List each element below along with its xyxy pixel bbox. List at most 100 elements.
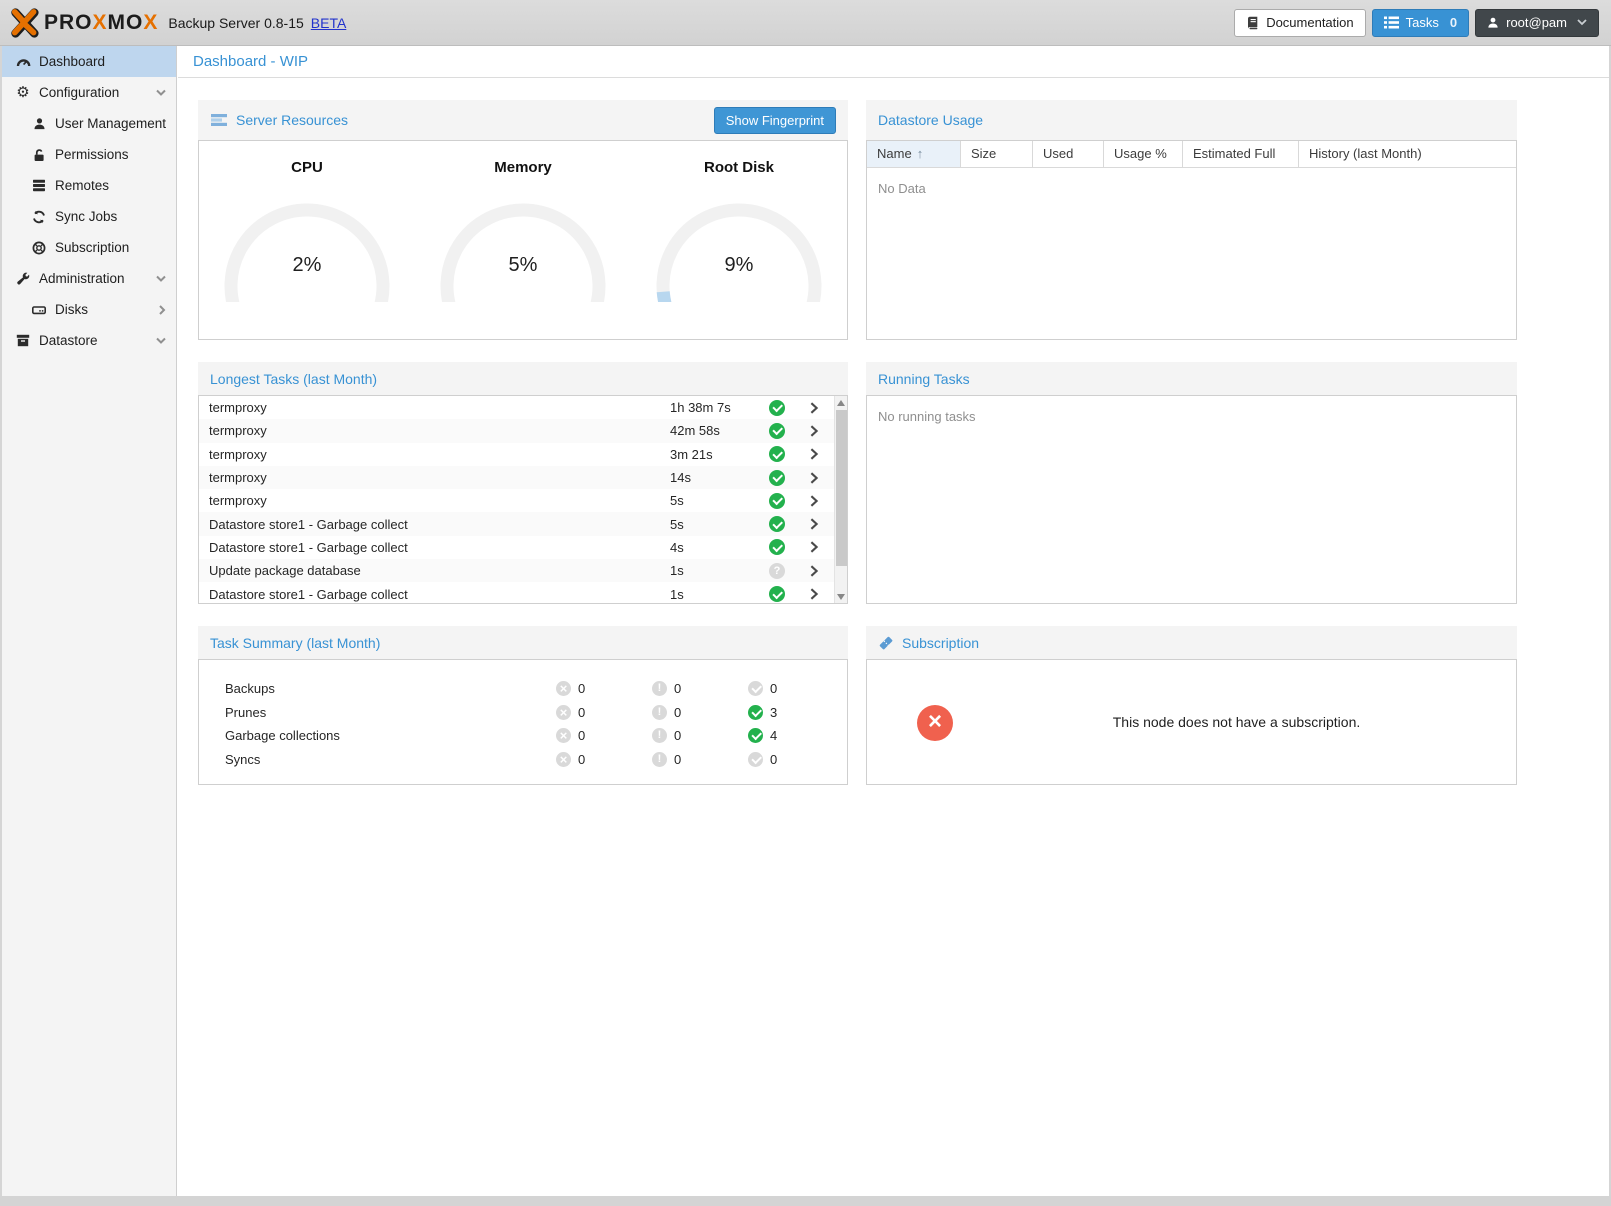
warning-count: 0 [674,728,681,743]
show-fingerprint-button[interactable]: Show Fingerprint [714,107,836,134]
sidebar-item-permissions[interactable]: Permissions [2,139,176,170]
subscription-message: This node does not have a subscription. [957,714,1516,730]
task-row[interactable]: Update package database 1s [199,559,834,582]
status-unknown-icon [769,563,785,579]
chevron-right-icon[interactable] [159,305,166,315]
tasks-button[interactable]: Tasks 0 [1372,9,1469,37]
column-header-used[interactable]: Used [1033,141,1104,167]
running-tasks-panel: Running Tasks No running tasks [866,362,1517,604]
status-ok-icon [769,470,785,486]
ok-count-icon [748,681,763,696]
error-count: 0 [578,681,585,696]
chevron-down-icon[interactable] [156,337,166,344]
window-edge-left [0,46,2,1206]
sidebar-item-remotes[interactable]: Remotes [2,170,176,201]
archive-icon [14,334,32,347]
status-ok-icon [769,446,785,462]
sidebar-item-configuration[interactable]: ⚙ Configuration [2,77,176,108]
root-disk-gauge: Root Disk 9% [641,159,837,302]
documentation-button[interactable]: Documentation [1234,9,1365,37]
user-menu-button[interactable]: root@pam [1475,9,1599,37]
sidebar-item-label: Dashboard [39,54,105,69]
chevron-down-icon[interactable] [156,89,166,96]
summary-row: Backups 0 0 0 [199,677,847,701]
sidebar-item-datastore[interactable]: Datastore [2,325,176,356]
chevron-right-icon[interactable] [794,424,834,438]
task-row[interactable]: Datastore store1 - Garbage collect 5s [199,512,834,535]
task-name: Update package database [199,563,670,578]
sidebar-item-user-management[interactable]: User Management [2,108,176,139]
error-count-icon [556,728,571,743]
sidebar-item-sync-jobs[interactable]: Sync Jobs [2,201,176,232]
chevron-right-icon[interactable] [794,540,834,554]
sidebar-item-administration[interactable]: Administration [2,263,176,294]
column-header-size[interactable]: Size [961,141,1033,167]
chevron-right-icon[interactable] [794,517,834,531]
status-ok-icon [769,400,785,416]
proxmox-logo-text: PROXMOX [44,11,158,35]
chevron-right-icon[interactable] [794,564,834,578]
beta-link[interactable]: BETA [311,15,347,31]
longest-tasks-header: Longest Tasks (last Month) [198,362,848,395]
column-header-estimated-full[interactable]: Estimated Full [1183,141,1299,167]
hard-drive-icon [30,304,48,316]
task-name: termproxy [199,470,670,485]
server-resources-icon [210,113,228,127]
warning-count: 0 [674,752,681,767]
sidebar-item-label: Subscription [55,240,129,255]
task-list-icon [1384,16,1399,29]
task-row[interactable]: Datastore store1 - Garbage collect 1s [199,582,834,604]
chevron-right-icon[interactable] [794,494,834,508]
life-ring-icon [30,241,48,255]
chevron-right-icon[interactable] [794,401,834,415]
task-row[interactable]: termproxy 5s [199,489,834,512]
task-row[interactable]: termproxy 14s [199,466,834,489]
ok-count: 4 [770,728,777,743]
scrollbar[interactable] [834,396,847,603]
ok-count-icon [748,728,763,743]
task-duration: 5s [670,493,760,508]
task-row[interactable]: termproxy 1h 38m 7s [199,396,834,419]
sidebar-item-dashboard[interactable]: Dashboard [2,46,176,77]
column-header-history[interactable]: History (last Month) [1299,141,1516,167]
scroll-down-arrow[interactable] [835,590,847,603]
window-edge-bottom [0,1196,1611,1206]
sidebar-item-subscription[interactable]: Subscription [2,232,176,263]
task-row[interactable]: Datastore store1 - Garbage collect 4s [199,536,834,559]
user-label: root@pam [1506,15,1567,30]
gauge-value: 5% [431,254,615,277]
sidebar-item-disks[interactable]: Disks [2,294,176,325]
status-ok-icon [769,423,785,439]
gauge-label: CPU [209,159,405,176]
subscription-header: Subscription [866,626,1517,659]
task-name: termproxy [199,493,670,508]
scroll-up-arrow[interactable] [835,396,847,409]
chevron-right-icon[interactable] [794,447,834,461]
datastore-usage-body: Name↑ Size Used Usage % Estimated Full H… [866,140,1517,340]
gauge-label: Memory [425,159,621,176]
sidebar-item-label: Remotes [55,178,109,193]
error-count-icon [556,681,571,696]
sidebar-item-label: Disks [55,302,88,317]
status-ok-icon [769,493,785,509]
chevron-right-icon[interactable] [794,587,834,601]
column-header-name[interactable]: Name↑ [867,141,961,167]
ok-count-icon [748,752,763,767]
sort-asc-icon: ↑ [917,146,924,161]
user-icon [1487,16,1499,29]
task-duration: 1s [670,563,760,578]
documentation-label: Documentation [1266,15,1353,30]
proxmox-logo: PROXMOX [8,7,158,39]
product-name: Backup Server 0.8-15 [168,15,303,31]
scrollbar-thumb[interactable] [836,410,847,566]
warning-count-icon [652,728,667,743]
task-name: Datastore store1 - Garbage collect [199,587,670,602]
task-row[interactable]: termproxy 3m 21s [199,443,834,466]
error-count-icon [556,752,571,767]
chevron-right-icon[interactable] [794,471,834,485]
task-row[interactable]: termproxy 42m 58s [199,419,834,442]
gears-icon: ⚙ [14,86,32,100]
chevron-down-icon[interactable] [156,275,166,282]
ok-count: 0 [770,752,777,767]
column-header-usage-pct[interactable]: Usage % [1104,141,1183,167]
